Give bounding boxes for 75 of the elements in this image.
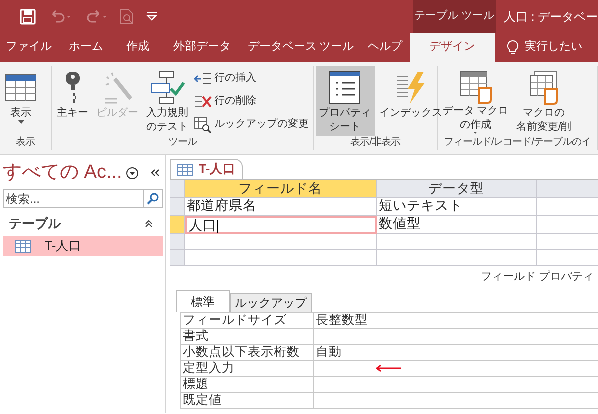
ribbon-tab[interactable]: 作成 <box>114 33 162 62</box>
ribbon-button[interactable]: プロパティ シート <box>316 66 374 136</box>
property-tab[interactable]: ルックアップ <box>230 292 312 312</box>
property-value-cell[interactable]: 自動 <box>314 344 598 360</box>
ribbon-button[interactable]: 入力規則 のテスト <box>144 66 192 136</box>
flowchart-check-icon <box>150 71 186 105</box>
empty-cell[interactable] <box>377 234 537 250</box>
save-icon[interactable] <box>20 8 36 24</box>
row-selector[interactable] <box>170 198 185 216</box>
ribbon-tab[interactable]: ヘルプ <box>360 33 410 62</box>
field-name-cell[interactable]: 人口 <box>185 216 377 234</box>
context-label: テーブル ツール <box>413 0 496 33</box>
row-selector[interactable] <box>170 216 185 234</box>
property-name: 定型入力 <box>181 360 314 376</box>
window-title: 人口 : データベー <box>502 8 598 26</box>
ribbon-tab[interactable]: ホーム <box>58 33 114 62</box>
ribbon-tab[interactable]: ファイル <box>0 33 58 62</box>
collapse-group-icon[interactable] <box>145 220 153 228</box>
column-header[interactable] <box>537 180 598 198</box>
nav-item[interactable]: T-人口 <box>3 236 163 256</box>
ribbon-button[interactable]: 主キー <box>54 66 92 136</box>
empty-cell[interactable] <box>377 250 537 266</box>
ribbon-tab[interactable]: データベース ツール <box>242 33 360 62</box>
property-name: 書式 <box>181 328 314 344</box>
row-selector[interactable] <box>170 250 185 266</box>
table-icon <box>5 74 37 102</box>
property-tab[interactable]: 標準 <box>176 290 230 312</box>
property-sheet-icon <box>328 71 362 105</box>
table-icon <box>15 240 31 252</box>
key-icon <box>64 71 82 105</box>
insert-rows-icon <box>194 72 212 86</box>
property-name: フィールドサイズ <box>181 312 314 328</box>
ribbon-button[interactable]: マクロの 名前変更/削 <box>513 66 574 136</box>
group-label: 表示/非表示 <box>350 136 402 150</box>
row-selector[interactable] <box>170 234 185 250</box>
column-header[interactable]: データ型 <box>377 180 537 198</box>
tell-me-field[interactable]: 実行したい <box>525 38 582 56</box>
table-icon <box>177 164 193 176</box>
dropdown-circle-icon[interactable] <box>126 166 140 180</box>
property-name: 小数点以下表示桁数 <box>181 344 314 360</box>
grid-corner[interactable] <box>170 180 185 198</box>
ribbon-button[interactable]: 表示 <box>2 66 40 136</box>
group-label: 表示 <box>15 136 36 150</box>
group-label: ツール <box>167 136 198 150</box>
column-header[interactable]: フィールド名 <box>185 180 377 198</box>
property-value-cell[interactable]: 長整数型 <box>314 312 598 328</box>
nav-pane-title: すべての Ac... <box>3 160 122 185</box>
lightning-index-icon <box>394 71 428 105</box>
section-title: フィールド プロパティ <box>480 270 594 285</box>
ribbon-button[interactable]: 行の挿入 <box>194 68 309 89</box>
property-value: 自動 <box>316 344 342 360</box>
group-header[interactable]: テーブル <box>9 214 61 234</box>
property-value: 長整数型 <box>316 312 368 328</box>
data-type-cell[interactable]: 数値型 <box>377 216 537 234</box>
lightbulb-icon[interactable] <box>507 40 519 56</box>
ribbon-tab[interactable]: デザイン <box>410 33 495 62</box>
search-field[interactable]: 検索... <box>3 189 144 208</box>
ribbon-tab[interactable]: 外部データ <box>162 33 242 62</box>
ribbon-button[interactable]: 行の削除 <box>194 91 309 112</box>
search-icon <box>147 192 159 204</box>
dropdown-icon[interactable] <box>146 12 158 22</box>
property-name: 既定値 <box>181 392 314 408</box>
property-name: 標題 <box>181 376 314 392</box>
table-search-icon <box>194 116 212 132</box>
table-scroll-icon <box>458 70 493 104</box>
collapse-pane-icon[interactable] <box>151 169 160 177</box>
text-cursor <box>217 220 218 233</box>
magic-wand-icon <box>102 71 132 105</box>
ribbon-button[interactable]: ルックアップの変更 <box>194 114 309 135</box>
search-button[interactable] <box>144 189 163 208</box>
document-tab[interactable]: T-人口 <box>170 159 244 179</box>
group-label: フィールド/レコード/テーブルのイ <box>442 136 592 150</box>
delete-rows-icon <box>194 94 212 108</box>
field-name-cell[interactable]: 都道府県名 <box>185 198 377 216</box>
data-type-cell[interactable]: 短いテキスト <box>377 198 537 216</box>
